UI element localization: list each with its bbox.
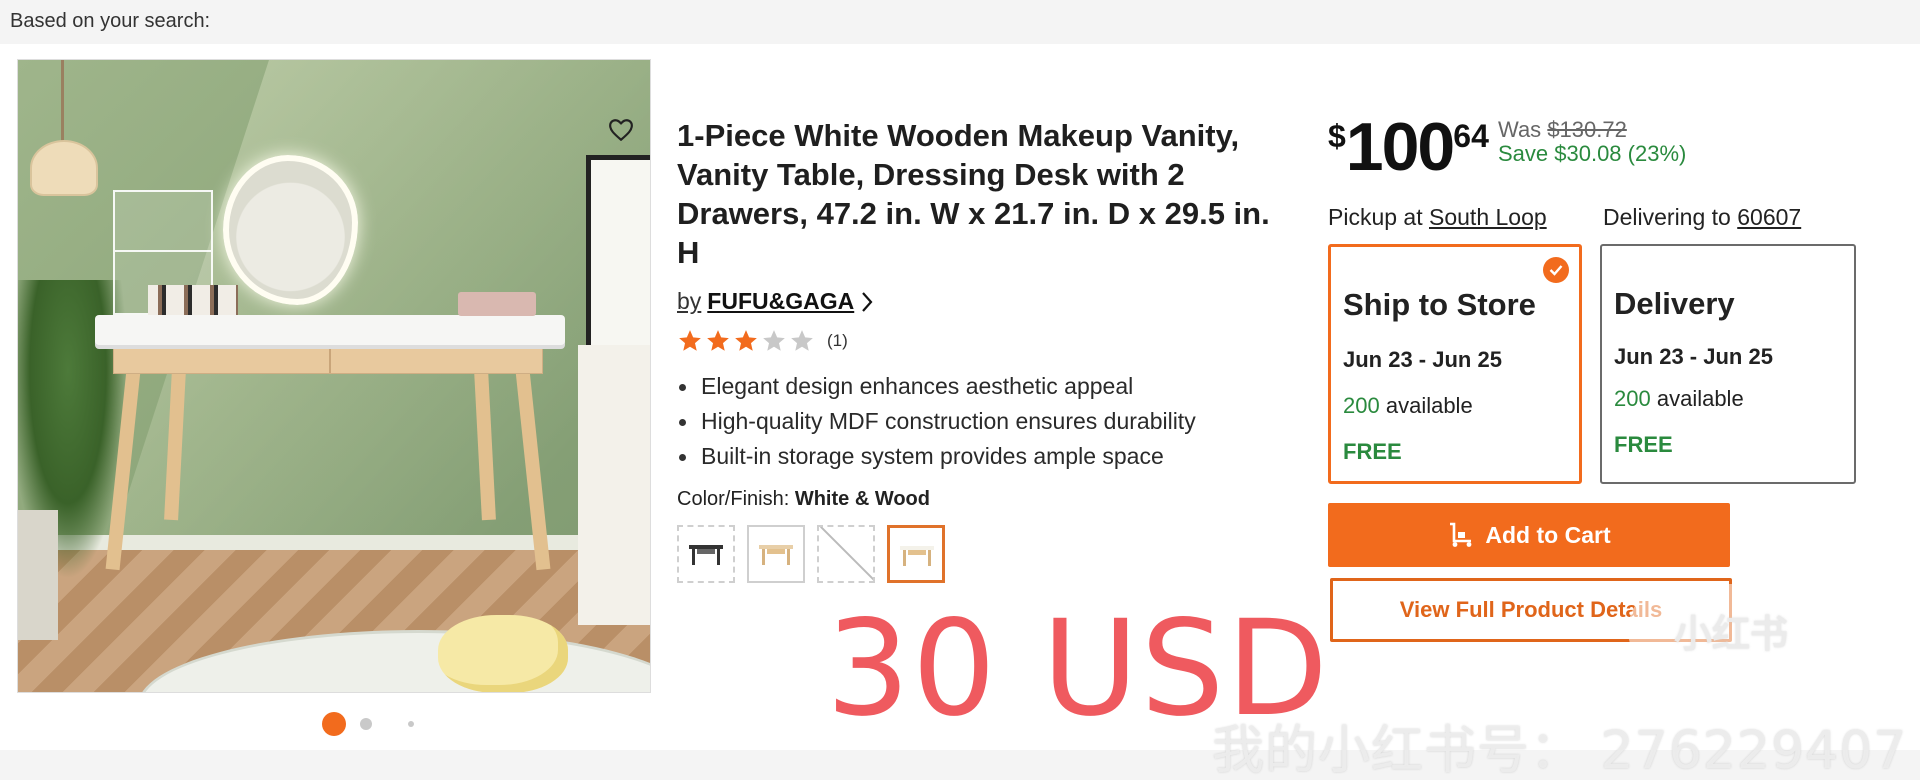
price-cents: 64	[1453, 118, 1489, 154]
favorite-button[interactable]	[605, 114, 637, 146]
feature-item: High-quality MDF construction ensures du…	[677, 404, 1196, 439]
heart-icon	[609, 119, 633, 141]
white-wood-desk-thumbnail	[900, 546, 934, 566]
ship-option-price: FREE	[1343, 439, 1402, 464]
delivery-option-dates: Jun 23 - Jun 25	[1614, 344, 1773, 369]
was-label: Was	[1498, 117, 1542, 142]
selected-check-icon	[1543, 257, 1569, 283]
delivery-option-title: Delivery	[1614, 286, 1735, 321]
color-swatches	[677, 525, 945, 583]
was-amount: $130.72	[1547, 117, 1627, 142]
star-filled-icon	[679, 330, 701, 351]
image-desk-drawers	[113, 348, 543, 374]
feature-item: Elegant design enhances aesthetic appeal	[677, 369, 1196, 404]
color-finish-key: Color/Finish:	[677, 488, 790, 510]
delivery-available-label: available	[1656, 386, 1744, 411]
carousel-dot-3[interactable]	[408, 721, 414, 727]
wood-desk-thumbnail	[759, 545, 793, 565]
unavailable-slash	[820, 527, 873, 581]
star-empty-icon	[791, 330, 813, 351]
ship-available-label: available	[1385, 393, 1473, 418]
image-carousel-dots	[322, 712, 414, 736]
feature-item: Built-in storage system provides ample s…	[677, 439, 1196, 474]
carousel-dot-2[interactable]	[360, 718, 372, 730]
product-card: 1-Piece White Wooden Makeup Vanity, Vani…	[0, 44, 1920, 780]
image-wall-art	[586, 155, 650, 375]
watermark-logo: 小红书	[1628, 584, 1834, 676]
swatch-black[interactable]	[677, 525, 735, 583]
pickup-location: Pickup at South Loop	[1328, 204, 1547, 231]
image-mirror	[223, 155, 358, 305]
ship-option-availability: 200 available	[1343, 393, 1473, 419]
delivery-available-count: 200	[1614, 386, 1651, 411]
pickup-label: Pickup at	[1328, 204, 1423, 230]
star-filled-icon	[735, 330, 757, 351]
color-finish-value: White & Wood	[794, 488, 930, 510]
ship-option-title: Ship to Store	[1343, 287, 1536, 322]
star-empty-icon	[763, 330, 785, 351]
star-filled-icon	[707, 330, 729, 351]
was-price: Was $130.72	[1498, 117, 1627, 143]
image-cosmetics	[148, 285, 238, 315]
pickup-store-link[interactable]: South Loop	[1429, 204, 1547, 230]
swatch-white-wood[interactable]	[887, 525, 945, 583]
image-pot	[18, 510, 58, 640]
rating-count[interactable]: (1)	[827, 331, 848, 351]
add-to-cart-label: Add to Cart	[1485, 521, 1611, 548]
delivery-option-price: FREE	[1614, 432, 1673, 457]
delivery-option[interactable]: Delivery Jun 23 - Jun 25 200 available F…	[1600, 244, 1856, 484]
image-lamp-cord	[61, 60, 64, 145]
image-jewelry	[458, 292, 536, 316]
carousel-dot-1[interactable]	[322, 712, 346, 736]
brand-row: by FUFU&GAGA	[677, 288, 874, 315]
rating-stars[interactable]: (1)	[677, 328, 848, 354]
ship-available-count: 200	[1343, 393, 1380, 418]
black-desk-thumbnail	[689, 545, 723, 565]
price-currency: $	[1328, 118, 1346, 154]
price-dollars: 100	[1345, 109, 1455, 185]
cart-dolly-icon	[1450, 522, 1472, 547]
swatch-wood[interactable]	[747, 525, 805, 583]
search-context-label: Based on your search:	[10, 10, 211, 32]
ship-option-dates: Jun 23 - Jun 25	[1343, 347, 1502, 372]
image-desk-top	[95, 315, 565, 345]
product-title[interactable]: 1-Piece White Wooden Makeup Vanity, Vani…	[677, 116, 1297, 272]
delivery-option-availability: 200 available	[1614, 386, 1744, 412]
brand-link[interactable]: FUFU&GAGA	[707, 288, 854, 315]
feature-list: Elegant design enhances aesthetic appeal…	[677, 369, 1196, 474]
by-label: by	[677, 288, 702, 314]
add-to-cart-button[interactable]: Add to Cart	[1328, 503, 1730, 567]
watermark-text: 我的小红书号： 276229407	[1212, 721, 1908, 780]
color-finish-label: Color/Finish: White & Wood	[677, 488, 930, 511]
swatch-unavailable[interactable]	[817, 525, 875, 583]
product-image[interactable]	[17, 59, 651, 693]
image-lamp	[30, 140, 98, 196]
ship-to-store-option[interactable]: Ship to Store Jun 23 - Jun 25 200 availa…	[1328, 244, 1582, 484]
image-drawer-divider	[329, 349, 331, 373]
image-cabinet	[578, 345, 650, 625]
delivery-zip-link[interactable]: 60607	[1737, 204, 1801, 230]
image-cushion	[438, 615, 568, 692]
savings-text: Save $30.08 (23%)	[1498, 141, 1687, 166]
delivery-location: Delivering to 60607	[1603, 204, 1801, 231]
chevron-right-icon[interactable]	[860, 291, 874, 313]
current-price: $ 100 64	[1328, 109, 1489, 185]
delivering-label: Delivering to	[1603, 204, 1731, 230]
